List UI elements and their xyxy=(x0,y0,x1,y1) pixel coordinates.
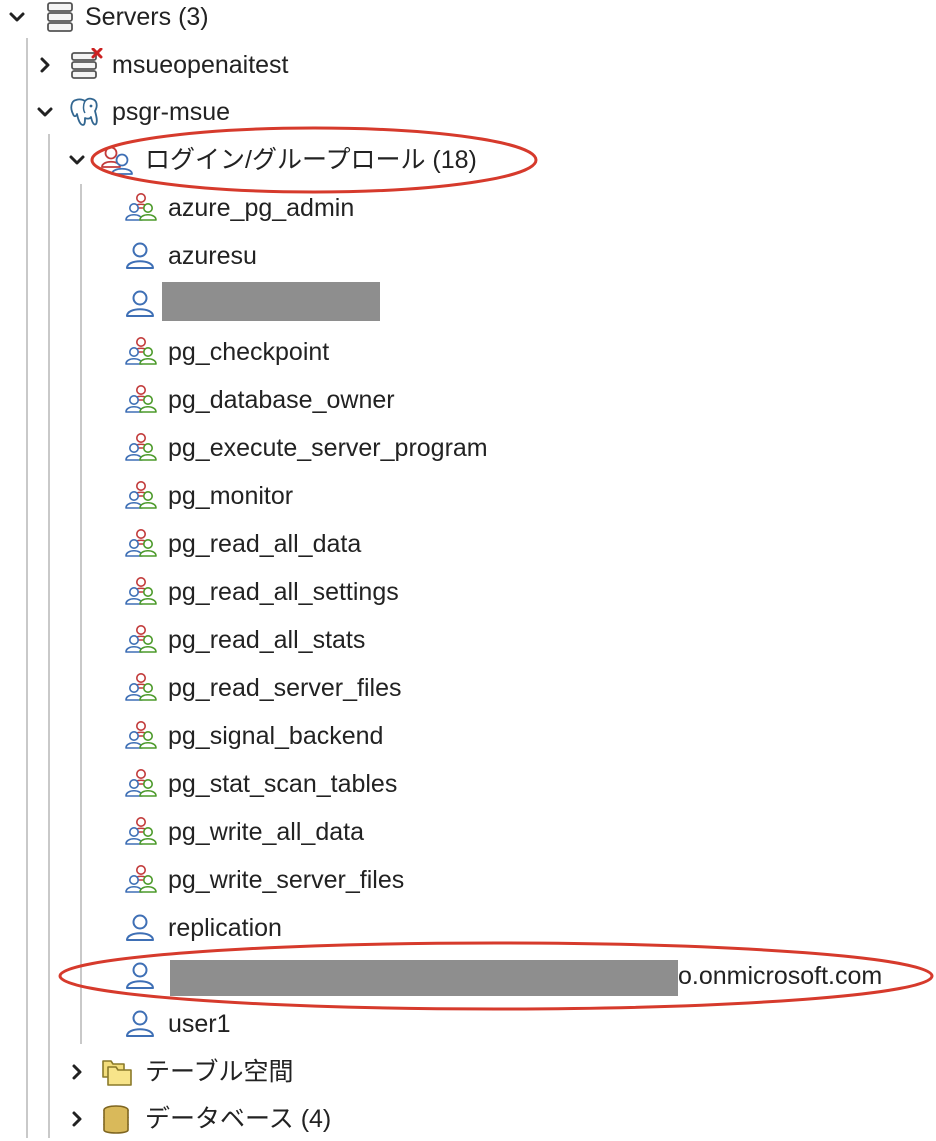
login-role-icon xyxy=(124,239,158,273)
tree-node-tablespaces[interactable]: テーブル空間 xyxy=(0,1050,400,1094)
group-role-icon xyxy=(124,575,158,609)
tree-node-label: pg_execute_server_program xyxy=(168,434,488,462)
tree-node-role[interactable]: pg_write_all_data xyxy=(0,810,900,854)
tree-node-role[interactable]: azuresu xyxy=(0,234,900,278)
login-role-icon xyxy=(124,1007,158,1041)
tree-node-label: azuresu xyxy=(168,242,257,270)
tree-node-label: Servers (3) xyxy=(85,3,209,31)
group-role-icon xyxy=(124,335,158,369)
postgresql-elephant-icon xyxy=(68,95,102,129)
tree-node-server-msueopenaitest[interactable]: msueopenaitest xyxy=(0,43,400,87)
disconnected-server-icon xyxy=(70,48,104,82)
tree-node-label: ログイン/グループロール (18) xyxy=(145,146,477,174)
tree-node-label: pg_monitor xyxy=(168,482,294,510)
tree-node-role[interactable]: pg_write_server_files xyxy=(0,858,900,902)
folder-icon xyxy=(100,1055,134,1089)
tree-node-label: user1 xyxy=(168,1010,231,1038)
tree-node-label: pg_read_all_data xyxy=(168,530,362,558)
tree-node-label: pg_read_all_stats xyxy=(168,626,366,654)
tree-node-label: テーブル空間 xyxy=(145,1058,294,1086)
tree-node-role[interactable]: pg_checkpoint xyxy=(0,330,900,374)
chevron-right-icon[interactable] xyxy=(66,1061,88,1083)
tree-node-label: azure_pg_admin xyxy=(168,194,355,222)
login-role-icon xyxy=(124,959,158,993)
group-role-icon xyxy=(124,767,158,801)
tree-node-label: pg_checkpoint xyxy=(168,338,330,366)
group-role-icon xyxy=(124,431,158,465)
tree-node-label: pg_read_server_files xyxy=(168,674,402,702)
tree-node-role[interactable] xyxy=(0,282,900,326)
tree-node-role[interactable]: pg_stat_scan_tables xyxy=(0,762,900,806)
group-role-icon xyxy=(124,383,158,417)
group-role-icon xyxy=(124,719,158,753)
login-role-icon xyxy=(124,911,158,945)
tree-node-role[interactable]: pg_read_all_data xyxy=(0,522,900,566)
tree-node-servers[interactable]: Servers (3) xyxy=(0,0,400,39)
tree-node-label: pg_read_all_settings xyxy=(168,578,399,606)
tree-node-label: pg_write_all_data xyxy=(168,818,364,846)
group-role-icon xyxy=(124,623,158,657)
tree-node-label: データベース (4) xyxy=(145,1105,332,1133)
tree-node-label: pg_stat_scan_tables xyxy=(168,770,398,798)
chevron-down-icon[interactable] xyxy=(34,101,56,123)
chevron-right-icon[interactable] xyxy=(34,54,56,76)
tree-node-role[interactable]: user1 xyxy=(0,1002,900,1046)
tree-node-role[interactable]: pg_read_server_files xyxy=(0,666,900,710)
login-role-icon xyxy=(124,287,158,321)
tree-node-role[interactable]: pg_database_owner xyxy=(0,378,900,422)
server-group-icon xyxy=(44,0,78,34)
tree-node-label: o.onmicrosoft.com xyxy=(678,962,883,990)
chevron-right-icon[interactable] xyxy=(66,1108,88,1130)
tree-node-label: pg_database_owner xyxy=(168,386,395,414)
tree-node-label: pg_write_server_files xyxy=(168,866,405,894)
chevron-down-icon[interactable] xyxy=(66,149,88,171)
group-role-icon xyxy=(124,527,158,561)
group-role-icon xyxy=(124,815,158,849)
tree-node-login-group-roles[interactable]: ログイン/グループロール (18) xyxy=(0,138,520,182)
group-role-icon xyxy=(124,671,158,705)
tree-node-label: pg_signal_backend xyxy=(168,722,384,750)
tree-node-role[interactable]: pg_monitor xyxy=(0,474,900,518)
group-role-icon xyxy=(124,863,158,897)
tree-node-label: replication xyxy=(168,914,282,942)
redacted-role-name xyxy=(170,960,678,996)
tree-node-role[interactable]: azure_pg_admin xyxy=(0,186,900,230)
login-group-roles-icon xyxy=(100,143,134,177)
tree-node-role[interactable]: pg_signal_backend xyxy=(0,714,900,758)
tree-node-role[interactable]: pg_read_all_stats xyxy=(0,618,900,662)
group-role-icon xyxy=(124,479,158,513)
tree-node-role[interactable]: pg_read_all_settings xyxy=(0,570,900,614)
tree-node-server-psgr-msue[interactable]: psgr-msue xyxy=(0,90,400,134)
tree-node-label: msueopenaitest xyxy=(112,51,289,79)
redacted-role-name xyxy=(162,282,380,321)
chevron-down-icon[interactable] xyxy=(6,6,28,28)
tree-node-databases[interactable]: データベース (4) xyxy=(0,1097,400,1141)
database-stack-icon xyxy=(100,1102,134,1136)
tree-node-role[interactable]: pg_execute_server_program xyxy=(0,426,900,470)
tree-node-label: psgr-msue xyxy=(112,98,231,126)
group-role-icon xyxy=(124,191,158,225)
tree-node-role[interactable]: replication xyxy=(0,906,900,950)
